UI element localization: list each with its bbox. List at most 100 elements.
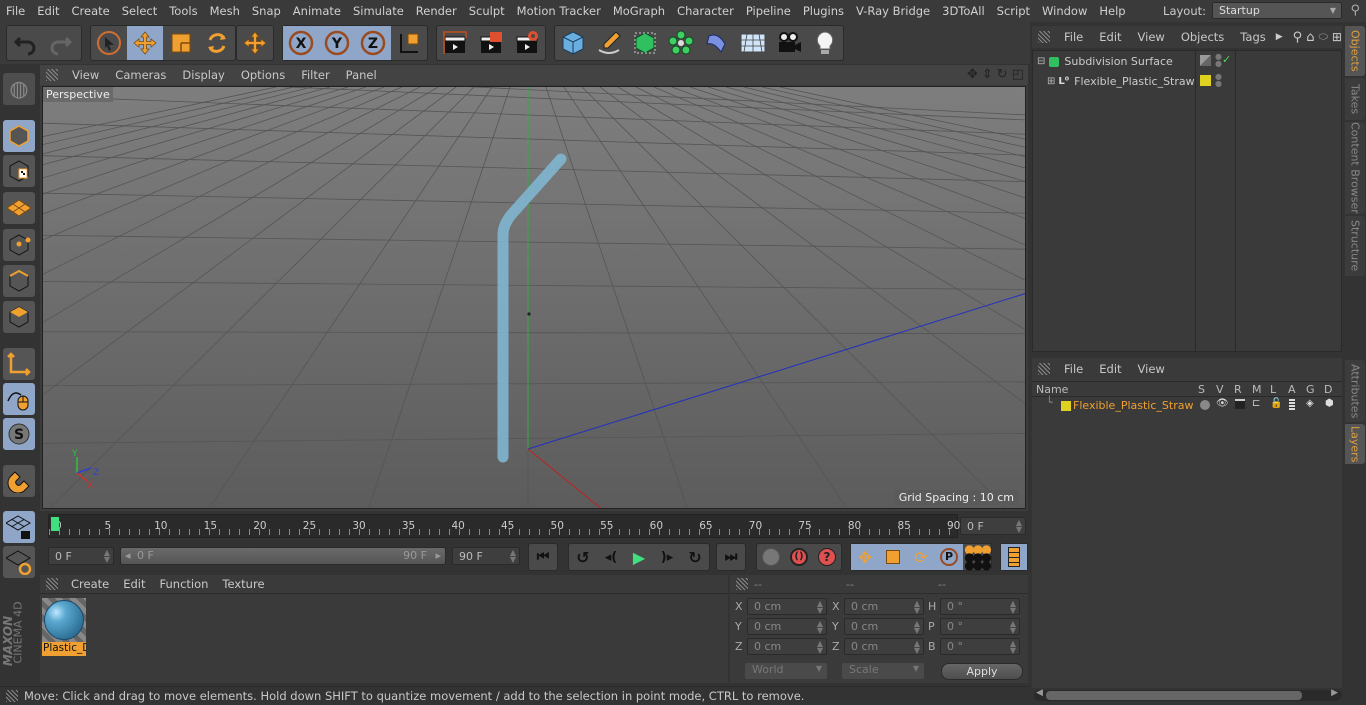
- vp-menu-panel[interactable]: Panel: [338, 68, 385, 82]
- timeline-button[interactable]: [1001, 544, 1027, 570]
- lock-icon[interactable]: 🔓: [1270, 398, 1282, 409]
- edges-mode-button[interactable]: [3, 265, 35, 297]
- layer-color-swatch[interactable]: [1200, 75, 1211, 86]
- vp-menu-cameras[interactable]: Cameras: [107, 68, 174, 82]
- grip-icon[interactable]: [46, 69, 58, 81]
- layer-column-header[interactable]: S: [1198, 383, 1205, 396]
- end-frame-field[interactable]: 90 F ▲ ▼: [452, 547, 520, 565]
- record-active-button[interactable]: [757, 544, 785, 570]
- solo-icon[interactable]: [1200, 400, 1210, 410]
- rotation-field[interactable]: 0 ° ▲ ▼: [940, 598, 1020, 615]
- mograph-cloner-button[interactable]: [663, 26, 699, 60]
- menu-pipeline[interactable]: Pipeline: [740, 4, 797, 18]
- menu-plugins[interactable]: Plugins: [797, 4, 850, 18]
- light-button[interactable]: [807, 26, 843, 60]
- prev-key-button[interactable]: ↺: [569, 544, 597, 570]
- spinner-icon[interactable]: ▲ ▼: [1010, 620, 1016, 635]
- layer-column-header[interactable]: G: [1306, 383, 1315, 396]
- tab-attributes[interactable]: Attributes: [1345, 360, 1365, 422]
- menu-file[interactable]: File: [0, 4, 31, 18]
- view-eye-icon[interactable]: 👁: [1216, 398, 1229, 409]
- menu-edit[interactable]: Edit: [31, 4, 65, 18]
- coord-size-dropdown[interactable]: Scale ▼: [842, 663, 924, 679]
- range-left-arrow[interactable]: ◂: [125, 549, 131, 562]
- layer-column-header[interactable]: L: [1270, 383, 1276, 396]
- filter-icon[interactable]: ⬭: [1318, 30, 1327, 44]
- tab-layers[interactable]: Layers: [1345, 424, 1365, 464]
- vp-menu-display[interactable]: Display: [174, 68, 232, 82]
- om-menu-view[interactable]: View: [1130, 30, 1173, 44]
- size-field[interactable]: 0 cm ▲ ▼: [844, 638, 924, 655]
- world-coordinate-button[interactable]: [391, 26, 427, 60]
- menu-create[interactable]: Create: [66, 4, 116, 18]
- make-editable-button[interactable]: ◍: [3, 73, 35, 105]
- next-key-button[interactable]: ↻: [681, 544, 709, 570]
- generators-icon[interactable]: ◈: [1306, 398, 1314, 409]
- menu-tools[interactable]: Tools: [163, 4, 203, 18]
- cube-button[interactable]: [555, 26, 591, 60]
- scroll-right-icon[interactable]: ▶: [1331, 688, 1338, 698]
- new-panel-icon[interactable]: ⊞: [1332, 30, 1342, 44]
- menu-animate[interactable]: Animate: [287, 4, 347, 18]
- key-rotation-button[interactable]: ⟳: [907, 544, 935, 570]
- redo-button[interactable]: [43, 26, 79, 60]
- menu-snap[interactable]: Snap: [246, 4, 287, 18]
- scale-button[interactable]: [163, 26, 199, 60]
- rotate-button[interactable]: [199, 26, 235, 60]
- floor-button[interactable]: [735, 26, 771, 60]
- size-field[interactable]: 0 cm ▲ ▼: [844, 598, 924, 615]
- more-arrow-icon[interactable]: ▶: [1276, 32, 1283, 42]
- menu-window[interactable]: Window: [1036, 4, 1093, 18]
- spinner-icon[interactable]: ▲ ▼: [914, 600, 920, 615]
- layer-column-header[interactable]: Name: [1036, 383, 1068, 396]
- menu-3dtoall[interactable]: 3DToAll: [936, 4, 991, 18]
- animation-icon[interactable]: [1289, 399, 1295, 410]
- workplane-mode-button[interactable]: [3, 546, 35, 578]
- keyframe-selection-button[interactable]: ?: [813, 544, 841, 570]
- vp-menu-view[interactable]: View: [64, 68, 107, 82]
- workplane-button[interactable]: [3, 192, 35, 224]
- grip-icon[interactable]: [1038, 31, 1050, 43]
- key-pla-button[interactable]: ●●● ●●● ●●●: [963, 543, 991, 571]
- move-button[interactable]: [127, 26, 163, 60]
- range-right-arrow[interactable]: ▸: [435, 549, 441, 562]
- menu-select[interactable]: Select: [116, 4, 163, 18]
- polygons-mode-button[interactable]: [3, 301, 35, 333]
- play-button[interactable]: ▶: [625, 544, 653, 570]
- lm-menu-edit[interactable]: Edit: [1091, 362, 1129, 376]
- start-frame-field[interactable]: 0 F ▲ ▼: [48, 547, 114, 565]
- search-icon[interactable]: ⚲: [1350, 3, 1360, 18]
- lm-menu-file[interactable]: File: [1056, 362, 1091, 376]
- tab-structure[interactable]: Structure: [1345, 216, 1365, 276]
- next-frame-button[interactable]: )▸: [653, 544, 681, 570]
- key-parameter-button[interactable]: P: [935, 544, 963, 570]
- go-to-start-button[interactable]: ⏮: [529, 544, 557, 570]
- model-mode-button[interactable]: [3, 120, 35, 152]
- maximize-icon[interactable]: ◰: [1012, 67, 1024, 82]
- position-field[interactable]: 0 cm ▲ ▼: [747, 618, 827, 635]
- orbit-icon[interactable]: ↻: [997, 67, 1008, 82]
- spinner-icon[interactable]: ▲ ▼: [914, 640, 920, 655]
- apply-button[interactable]: Apply: [941, 663, 1023, 680]
- mat-menu-edit[interactable]: Edit: [116, 577, 152, 591]
- menu-sculpt[interactable]: Sculpt: [463, 4, 511, 18]
- position-field[interactable]: 0 cm ▲ ▼: [747, 598, 827, 615]
- key-scale-button[interactable]: [879, 544, 907, 570]
- grip-icon[interactable]: [1038, 363, 1050, 375]
- grip-icon[interactable]: [736, 578, 748, 590]
- key-position-button[interactable]: ✥: [851, 544, 879, 570]
- layer-row[interactable]: └ Flexible_Plastic_Straw 👁 ⊏ 🔓 ◈ ⬢: [1032, 396, 1342, 414]
- scroll-thumb[interactable]: [1046, 691, 1302, 700]
- render-clapper-icon[interactable]: [1235, 399, 1245, 409]
- spinner-icon[interactable]: ▲ ▼: [914, 620, 920, 635]
- rotation-field[interactable]: 0 ° ▲ ▼: [940, 638, 1020, 655]
- enabled-icon[interactable]: [1200, 55, 1211, 66]
- object-row[interactable]: ⊟ Subdivision Surface ● ● ✓: [1033, 52, 1341, 71]
- menu-vray-bridge[interactable]: V-Ray Bridge: [850, 4, 936, 18]
- points-mode-button[interactable]: [3, 229, 35, 261]
- y-axis-button[interactable]: Y: [319, 26, 355, 60]
- axis-mode-button[interactable]: [3, 348, 35, 380]
- mat-menu-function[interactable]: Function: [153, 577, 216, 591]
- live-selection-button[interactable]: [91, 26, 127, 60]
- menu-simulate[interactable]: Simulate: [347, 4, 410, 18]
